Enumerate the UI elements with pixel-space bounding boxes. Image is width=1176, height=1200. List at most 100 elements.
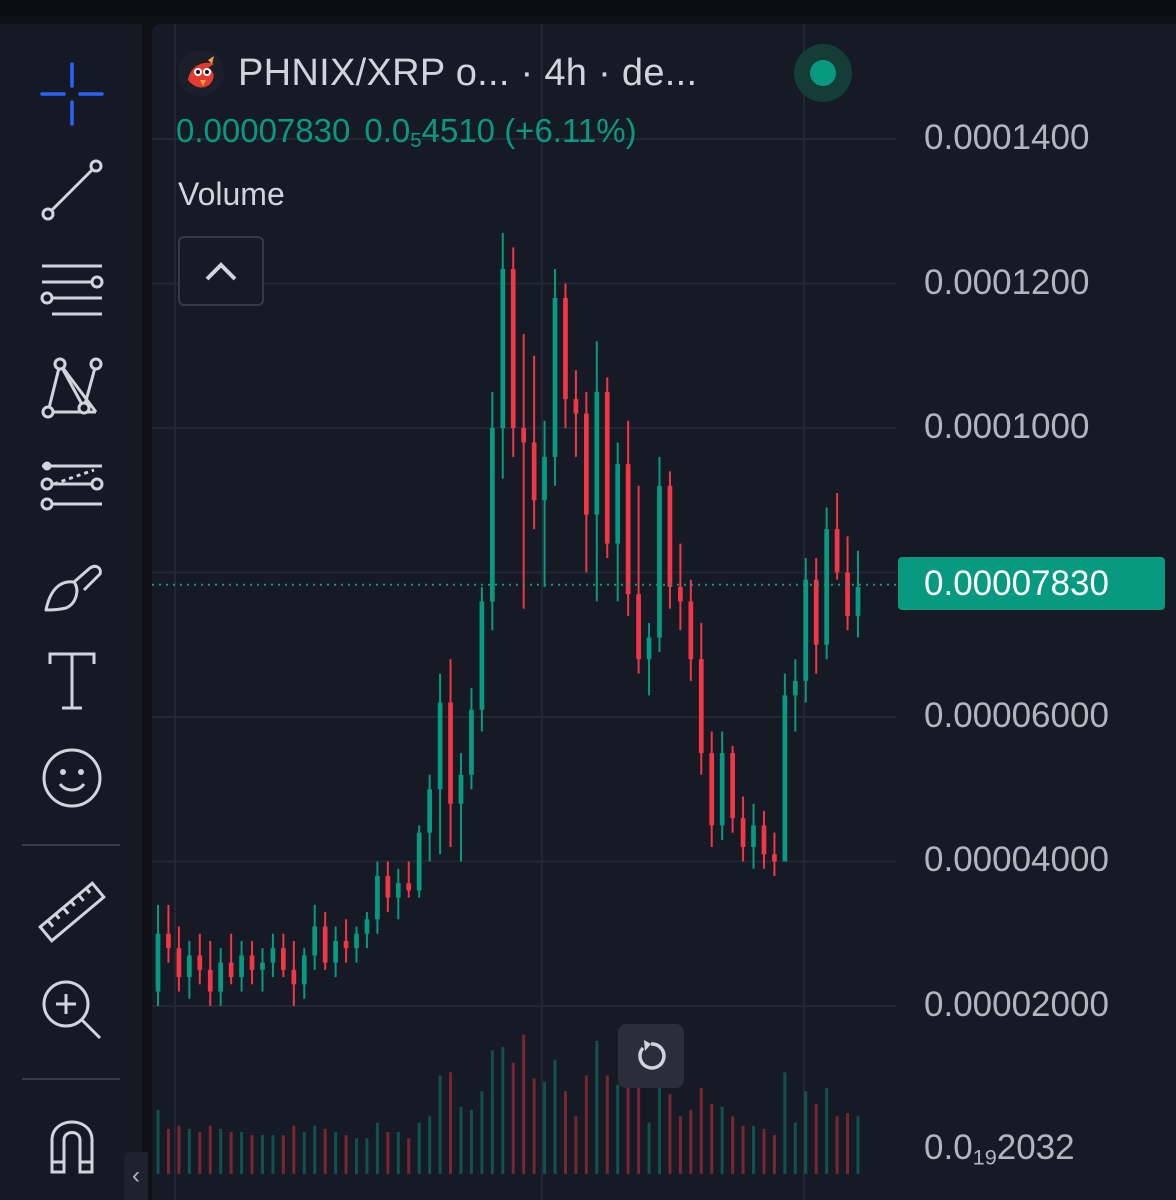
candle-body bbox=[719, 753, 725, 826]
candle-body bbox=[218, 962, 224, 992]
emoji-tool[interactable] bbox=[30, 736, 114, 820]
candle-body bbox=[521, 428, 527, 443]
volume-bar bbox=[250, 1135, 254, 1174]
candle-body bbox=[594, 391, 600, 515]
price-axis-label: 0.0001000 bbox=[924, 407, 1090, 446]
volume-bar bbox=[772, 1135, 776, 1174]
volume-bar bbox=[302, 1132, 306, 1174]
volume-bar bbox=[334, 1132, 338, 1174]
emoji-icon bbox=[42, 748, 102, 808]
reset-icon bbox=[638, 1040, 666, 1070]
volume-bar bbox=[846, 1113, 850, 1174]
volume-bar bbox=[699, 1088, 703, 1174]
zoom-in-tool[interactable] bbox=[30, 968, 114, 1052]
market-status-indicator[interactable] bbox=[794, 44, 852, 102]
last-price: 0.00007830 bbox=[176, 112, 351, 149]
volume-bar bbox=[584, 1075, 588, 1174]
prediction-tool[interactable] bbox=[30, 442, 114, 526]
toolbar-collapse-tab[interactable]: ‹ bbox=[124, 1152, 148, 1200]
candle-body bbox=[301, 955, 307, 985]
volume-bar bbox=[543, 1081, 547, 1174]
volume-bar bbox=[710, 1103, 714, 1174]
candle-body bbox=[698, 659, 704, 754]
crosshair-tool[interactable] bbox=[30, 52, 114, 136]
volume-bar bbox=[595, 1040, 599, 1174]
volume-value: 2032 bbox=[996, 1128, 1075, 1167]
volume-bar bbox=[752, 1125, 756, 1174]
candle-body bbox=[197, 955, 203, 970]
volume-bar bbox=[292, 1125, 296, 1174]
volume-bar bbox=[856, 1116, 860, 1174]
candle-body bbox=[479, 601, 485, 710]
volume-bar bbox=[344, 1135, 348, 1174]
volume-axis-label: 0.0192032 bbox=[924, 1128, 1075, 1170]
candle-body bbox=[563, 297, 568, 400]
trend-line-icon bbox=[41, 159, 103, 221]
candle-body bbox=[260, 962, 265, 970]
candle-body bbox=[416, 832, 422, 891]
candle-body bbox=[584, 413, 589, 515]
brush-tool[interactable] bbox=[30, 540, 114, 624]
volume-bar bbox=[386, 1132, 390, 1174]
volume-bar bbox=[177, 1125, 181, 1174]
pattern-icon bbox=[41, 357, 103, 419]
candle-body bbox=[709, 753, 715, 826]
magnet-tool[interactable] bbox=[30, 1100, 114, 1184]
candle-body bbox=[531, 442, 537, 501]
live-status-dot bbox=[810, 60, 836, 86]
candle-body bbox=[834, 529, 840, 573]
volume-bar bbox=[407, 1138, 411, 1174]
price-axis-label: 0.00004000 bbox=[924, 840, 1109, 879]
brush-icon bbox=[44, 564, 102, 612]
candle-body bbox=[761, 825, 767, 855]
candle-body bbox=[573, 399, 579, 414]
current-price-badge: 0.00007830 bbox=[898, 557, 1165, 610]
volume-bar bbox=[417, 1122, 421, 1174]
reset-chart-button[interactable] bbox=[618, 1024, 684, 1088]
candle-body bbox=[510, 269, 516, 428]
candle-body bbox=[364, 919, 370, 934]
volume-bar bbox=[793, 1122, 797, 1174]
trend-line-tool[interactable] bbox=[30, 148, 114, 232]
ruler-icon bbox=[38, 881, 106, 943]
volume-bar bbox=[490, 1050, 494, 1174]
crosshair-icon bbox=[40, 62, 104, 126]
collapse-indicators-button[interactable] bbox=[178, 236, 264, 306]
volume-bar bbox=[271, 1135, 275, 1174]
candle-body bbox=[845, 572, 850, 616]
candle-body bbox=[751, 825, 756, 848]
candle-body bbox=[855, 586, 861, 616]
change-value: 4510 (+6.11%) bbox=[421, 112, 637, 149]
ruler-tool[interactable] bbox=[30, 870, 114, 954]
volume-bar bbox=[825, 1088, 829, 1174]
pattern-tool[interactable] bbox=[30, 344, 114, 428]
volume-bar bbox=[166, 1128, 170, 1174]
candle-body bbox=[343, 940, 349, 949]
volume-bar bbox=[438, 1075, 442, 1174]
volume-indicator-label[interactable]: Volume bbox=[178, 176, 285, 213]
candle-body bbox=[354, 933, 359, 949]
volume-subscript: 19 bbox=[972, 1144, 997, 1170]
candle-body bbox=[803, 579, 809, 681]
candle-body bbox=[646, 637, 652, 660]
candle-body bbox=[437, 702, 443, 790]
text-icon bbox=[48, 652, 96, 710]
candle-body bbox=[186, 955, 192, 978]
candle-body bbox=[542, 456, 547, 501]
candle-body bbox=[312, 926, 318, 956]
magnet-icon bbox=[50, 1120, 94, 1174]
candle-body bbox=[604, 391, 610, 544]
symbol-title: PHNIX/XRP o... · 4h · de... bbox=[238, 51, 698, 94]
text-tool[interactable] bbox=[30, 638, 114, 722]
volume-bar bbox=[459, 1106, 463, 1174]
symbol-header[interactable]: PHNIX/XRP o... · 4h · de... bbox=[178, 48, 697, 98]
fib-retracement-tool[interactable] bbox=[30, 246, 114, 330]
volume-bar bbox=[396, 1132, 400, 1174]
volume-bar bbox=[762, 1128, 766, 1174]
volume-bar bbox=[281, 1135, 285, 1174]
volume-bar bbox=[678, 1116, 682, 1174]
candle-body bbox=[375, 875, 380, 920]
volume-bar bbox=[240, 1132, 244, 1174]
volume-bar bbox=[647, 1122, 651, 1174]
volume-bar bbox=[260, 1135, 264, 1174]
